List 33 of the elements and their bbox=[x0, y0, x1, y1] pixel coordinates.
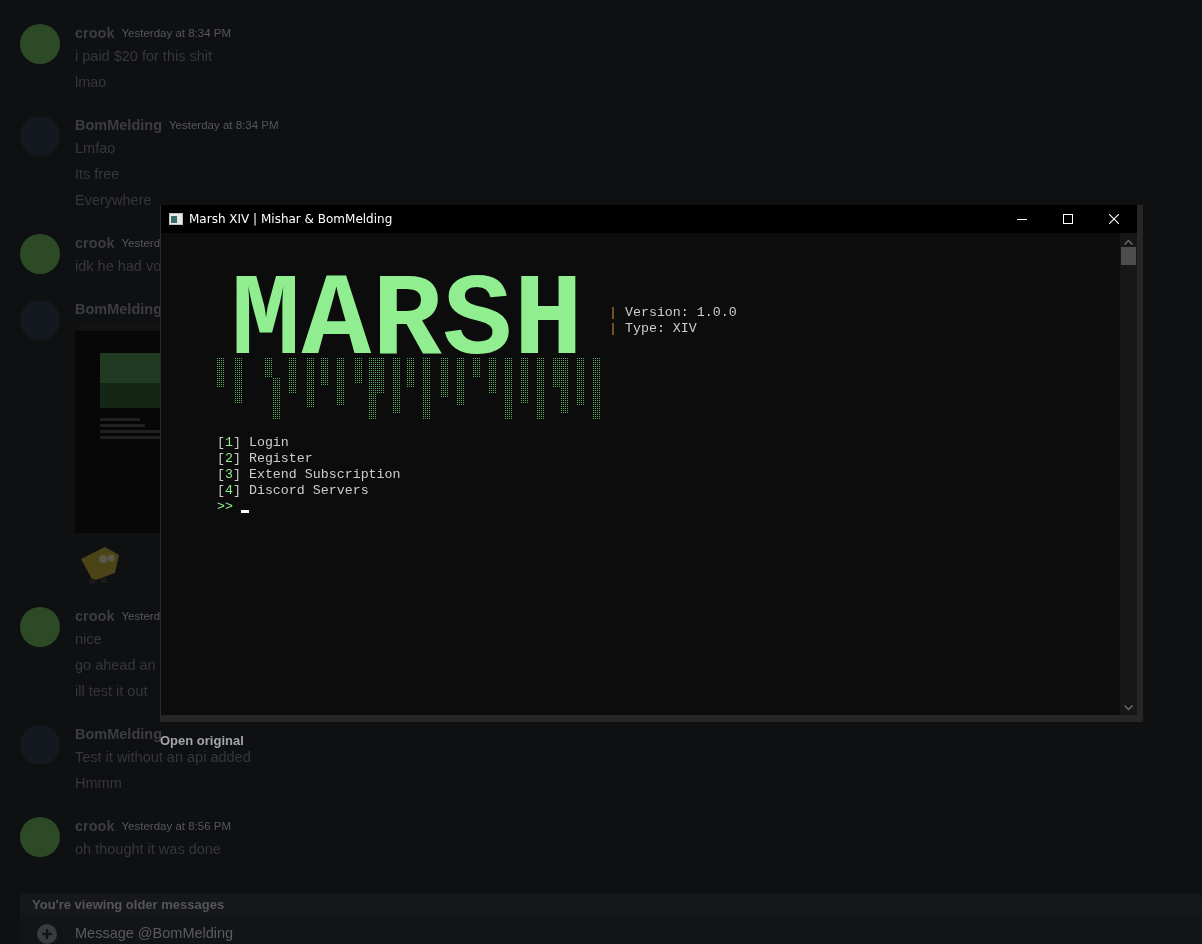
older-messages-bar[interactable]: You're viewing older messages bbox=[20, 893, 1202, 916]
open-original-link[interactable]: Open original bbox=[160, 733, 244, 748]
info-line: | Version: 1.0.0 bbox=[609, 305, 737, 321]
maximize-icon bbox=[1063, 214, 1073, 224]
avatar[interactable] bbox=[20, 234, 60, 274]
info-line: | Type: XIV bbox=[609, 321, 697, 337]
prompt-symbol: >> bbox=[217, 499, 233, 515]
screenshot-thumbnail-drawing[interactable] bbox=[75, 323, 160, 533]
minimize-icon bbox=[1017, 218, 1027, 220]
avatar[interactable] bbox=[20, 607, 60, 647]
username[interactable]: BomMelding bbox=[75, 726, 162, 742]
scrollbar-thumb[interactable] bbox=[1121, 247, 1136, 265]
scrollbar[interactable] bbox=[1120, 233, 1137, 715]
scroll-down-icon[interactable] bbox=[1124, 705, 1133, 711]
avatar[interactable] bbox=[20, 817, 60, 857]
window-title: Marsh XIV | Mishar & BomMelding bbox=[189, 212, 394, 226]
avatar[interactable] bbox=[20, 24, 60, 64]
menu-option: [4] Discord Servers bbox=[217, 483, 369, 499]
timestamp: Yesterday at 8:34 PM bbox=[121, 27, 232, 39]
timestamp: Yesterd bbox=[121, 237, 161, 249]
console-icon bbox=[169, 213, 183, 225]
add-icon[interactable] bbox=[37, 924, 57, 944]
timestamp: Yesterday at 8:56 PM bbox=[121, 820, 232, 832]
ascii-logo: MARSH bbox=[231, 256, 585, 388]
menu-option: [3] Extend Subscription bbox=[217, 467, 401, 483]
menu-option: [1] Login bbox=[217, 435, 289, 451]
timestamp: Yesterday at 8:34 PM bbox=[169, 119, 279, 131]
notice-text: You're viewing older messages bbox=[32, 897, 225, 912]
close-icon bbox=[1109, 214, 1119, 224]
scroll-up-icon[interactable] bbox=[1124, 239, 1133, 245]
timestamp: Yesterd bbox=[121, 610, 161, 622]
text-cursor bbox=[240, 509, 249, 513]
menu-option: [2] Register bbox=[217, 451, 313, 467]
